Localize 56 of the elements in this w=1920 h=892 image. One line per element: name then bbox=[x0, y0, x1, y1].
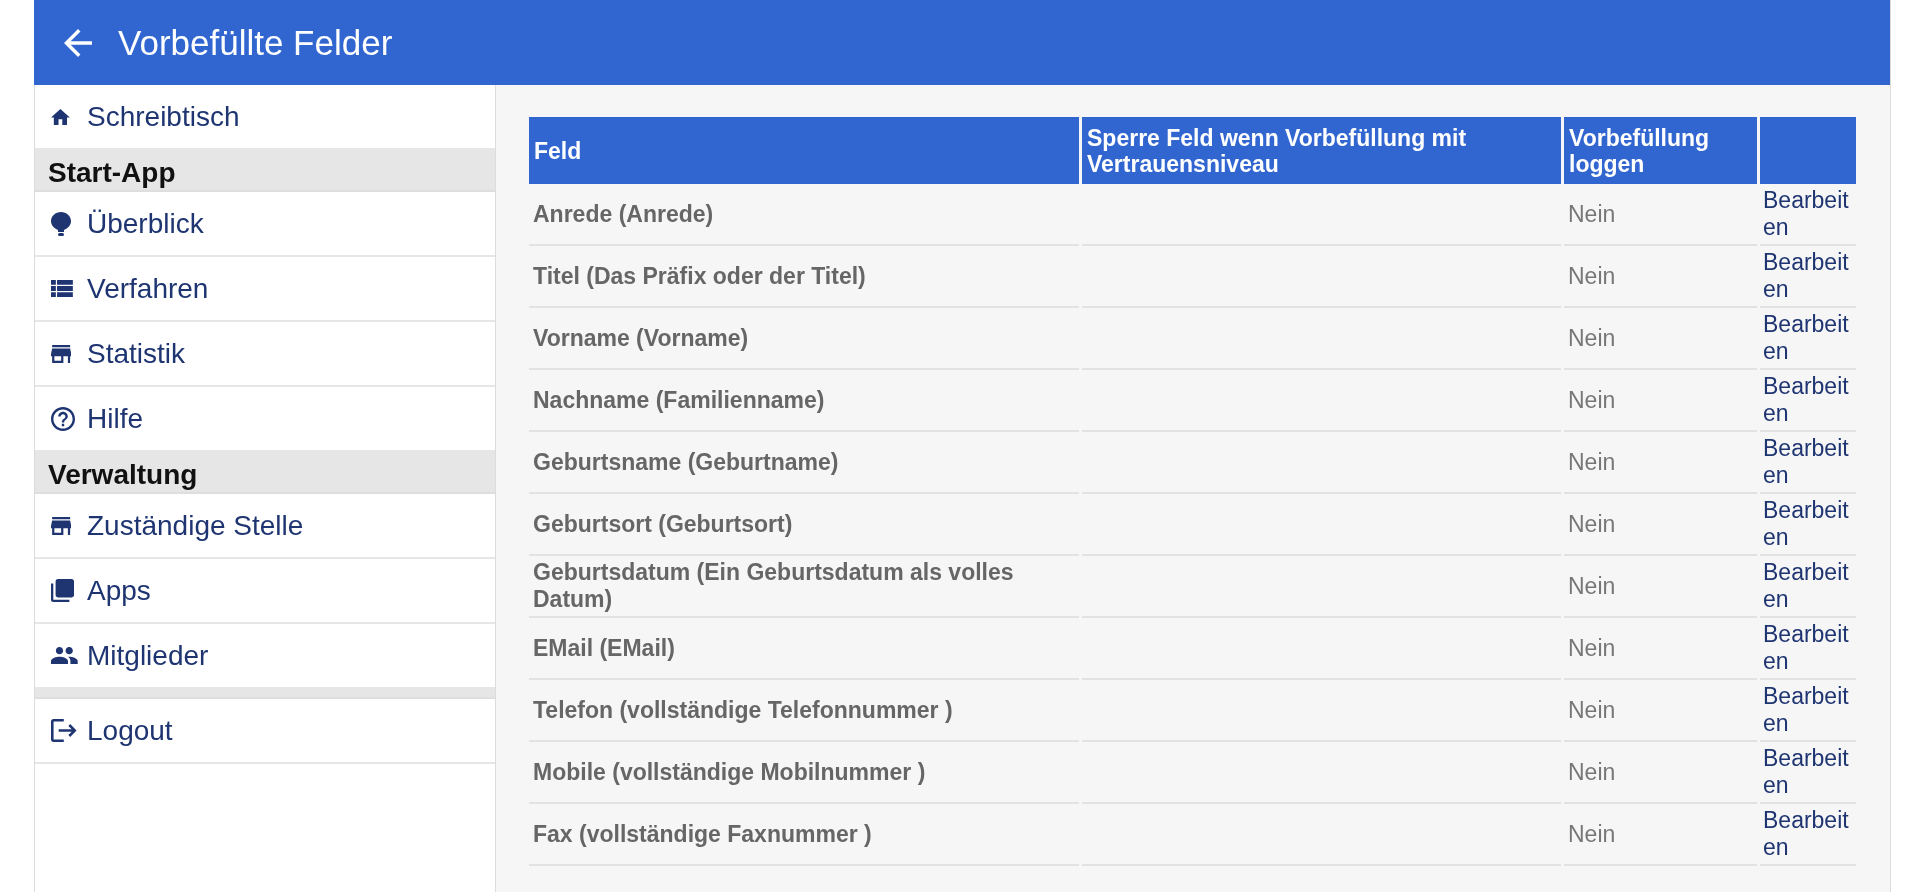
table-cell: Nein bbox=[1564, 184, 1757, 246]
table-cell: Nein bbox=[1564, 680, 1757, 742]
column-header: Feld bbox=[529, 117, 1079, 184]
table-cell: Nein bbox=[1564, 618, 1757, 680]
table-cell: Nachname (Familienname) bbox=[529, 370, 1079, 432]
storefront-icon bbox=[51, 516, 72, 535]
table-cell: Geburtsname (Geburtname) bbox=[529, 432, 1079, 494]
back-button[interactable] bbox=[64, 28, 92, 57]
table-cell: Nein bbox=[1564, 308, 1757, 370]
edit-link[interactable]: Bearbeiten bbox=[1763, 497, 1853, 551]
list-icon bbox=[51, 280, 73, 297]
storefront-icon bbox=[51, 344, 72, 363]
table-cell: Anrede (Anrede) bbox=[529, 184, 1079, 246]
sidebar-section-heading: Start-App bbox=[35, 150, 495, 192]
arrow-left-icon bbox=[64, 28, 92, 57]
table-cell: EMail (EMail) bbox=[529, 618, 1079, 680]
sidebar-section-heading: Verwaltung bbox=[35, 452, 495, 494]
table-cell: Fax (vollständige Faxnummer ) bbox=[529, 804, 1079, 866]
edit-link[interactable]: Bearbeiten bbox=[1763, 435, 1853, 489]
sidebar-link[interactable]: Statistik bbox=[35, 322, 495, 387]
table-cell: Nein bbox=[1564, 370, 1757, 432]
table-cell: Telefon (vollständige Telefonnummer ) bbox=[529, 680, 1079, 742]
table-cell: Geburtsort (Geburtsort) bbox=[529, 494, 1079, 556]
table-cell: Titel (Das Präfix oder der Titel) bbox=[529, 246, 1079, 308]
edit-link[interactable]: Bearbeiten bbox=[1763, 187, 1853, 241]
table-cell: Nein bbox=[1564, 804, 1757, 866]
edit-link[interactable]: Bearbeiten bbox=[1763, 621, 1853, 675]
edit-link[interactable]: Bearbeiten bbox=[1763, 311, 1853, 365]
column-header: Vorbefüllung loggen bbox=[1564, 117, 1757, 184]
column-header: Sperre Feld wenn Vorbefüllung mit Vertrauensniveau bbox=[1082, 117, 1561, 184]
edit-link[interactable]: Bearbeiten bbox=[1763, 683, 1853, 737]
home-icon bbox=[51, 108, 70, 125]
edit-link[interactable]: Bearbeiten bbox=[1763, 807, 1853, 861]
sidebar-link[interactable]: Logout bbox=[35, 699, 495, 764]
edit-link[interactable]: Bearbeiten bbox=[1763, 249, 1853, 303]
sidebar-link[interactable]: Verfahren bbox=[35, 257, 495, 322]
table-cell: Vorname (Vorname) bbox=[529, 308, 1079, 370]
sidebar-link[interactable]: Zuständige Stelle bbox=[35, 494, 495, 559]
people-icon bbox=[51, 647, 78, 664]
logout-icon bbox=[51, 719, 77, 742]
table-cell: Mobile (vollständige Mobilnummer ) bbox=[529, 742, 1079, 804]
table-cell: Nein bbox=[1564, 494, 1757, 556]
table-cell: Geburtsdatum (Ein Geburtsdatum als volles Datum) bbox=[529, 556, 1079, 618]
stacked-squares-icon bbox=[51, 579, 74, 602]
table-cell: Nein bbox=[1564, 246, 1757, 308]
sidebar-link[interactable]: Überblick bbox=[35, 192, 495, 257]
table-cell: Nein bbox=[1564, 432, 1757, 494]
table-cell: Nein bbox=[1564, 556, 1757, 618]
help-icon bbox=[51, 406, 75, 431]
edit-link[interactable]: Bearbeiten bbox=[1763, 373, 1853, 427]
table-cell: Nein bbox=[1564, 742, 1757, 804]
lightbulb-icon bbox=[51, 211, 71, 236]
page-title: Vorbefüllte Felder bbox=[118, 22, 393, 63]
edit-link[interactable]: Bearbeiten bbox=[1763, 559, 1853, 613]
sidebar-link[interactable]: Apps bbox=[35, 559, 495, 624]
edit-link[interactable]: Bearbeiten bbox=[1763, 745, 1853, 799]
